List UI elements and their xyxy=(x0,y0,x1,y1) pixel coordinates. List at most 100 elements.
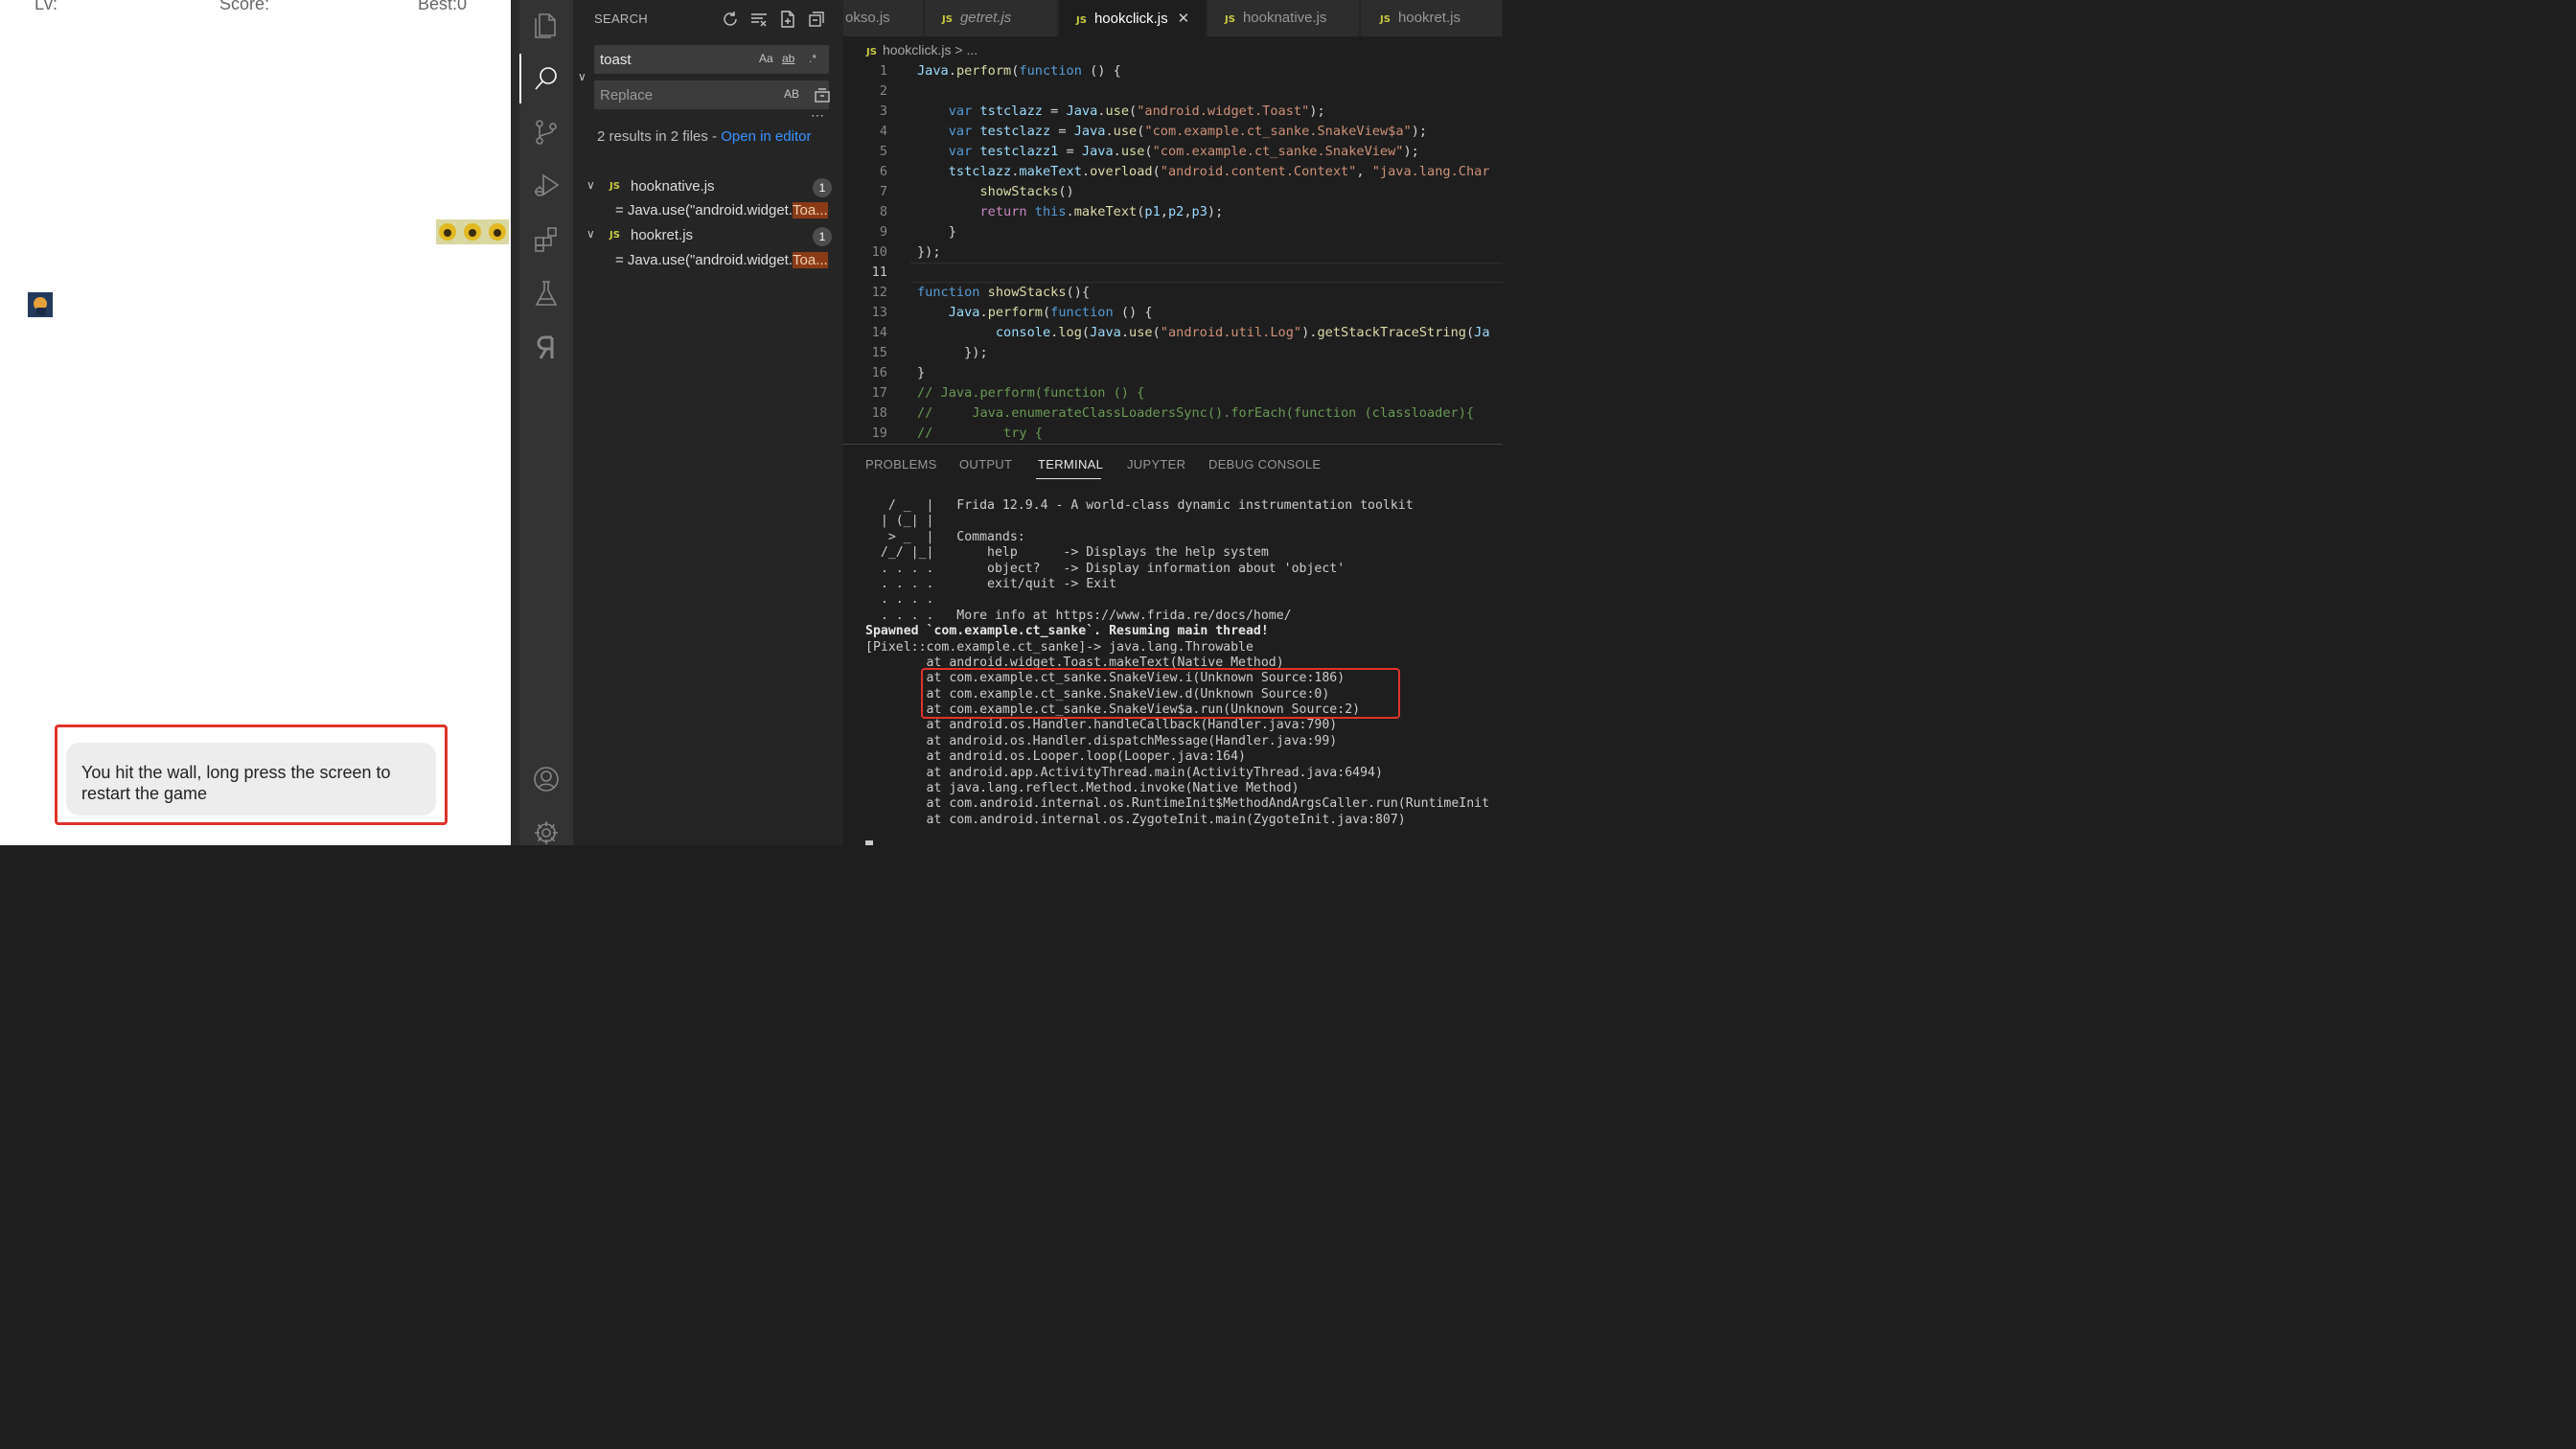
run-debug-icon[interactable] xyxy=(531,171,562,201)
terminal-output[interactable]: / _ | Frida 12.9.4 - A world-class dynam… xyxy=(865,498,1503,828)
terminal-line: . . . . exit/quit -> Exit xyxy=(865,576,1117,591)
bottom-panel: PROBLEMS OUTPUT TERMINAL JUPYTER DEBUG C… xyxy=(843,444,1503,845)
tab-jupyter[interactable]: JUPYTER xyxy=(1127,457,1185,472)
tab-hookret[interactable]: JS hookret.js xyxy=(1361,0,1503,36)
preserve-case-toggle[interactable]: AB xyxy=(784,87,799,101)
refresh-icon[interactable] xyxy=(721,10,740,29)
terminal-line: . . . . More info at https://www.frida.r… xyxy=(865,608,1292,623)
match-whole-word-toggle[interactable]: ab xyxy=(782,52,794,65)
code-line: 13 Java.perform(function () { xyxy=(871,305,1153,320)
match-count-badge: 1 xyxy=(813,227,832,246)
result-file-hooknative[interactable]: ∨ JS hooknative.js 1 xyxy=(586,178,836,199)
search-sidebar: SEARCH ∨ toast Aa ab .* Replace AB ⋯ 2 r… xyxy=(573,0,843,845)
phone-screen[interactable]: Lv: Score: Best:0 You hit the wall, long… xyxy=(0,0,511,845)
active-tab-underline xyxy=(1036,478,1101,479)
code-editor[interactable]: okso.js JS getret.js JS hookclick.js ✕ JS ho… xyxy=(843,0,1503,444)
code-line: 16} xyxy=(871,365,926,380)
terminal-line: at com.android.internal.os.ZygoteInit.ma… xyxy=(865,812,1406,827)
close-tab-icon[interactable]: ✕ xyxy=(1178,11,1190,27)
code-line: 19// try { xyxy=(871,426,1043,441)
code-line-current: 11 xyxy=(843,263,1503,283)
results-summary: 2 results in 2 files - Open in editor xyxy=(597,128,812,145)
code-line: 4 var testclazz = Java.use("com.example.… xyxy=(879,124,1428,139)
code-line: 7 showStacks() xyxy=(879,184,1074,199)
testing-icon[interactable] xyxy=(531,278,562,309)
terminal-line: at java.lang.reflect.Method.invoke(Nativ… xyxy=(865,781,1300,796)
toast-highlight-frame: You hit the wall, long press the screen … xyxy=(55,724,448,825)
new-search-editor-icon[interactable] xyxy=(778,10,797,29)
chevron-down-icon: ∨ xyxy=(586,227,595,241)
regex-toggle[interactable]: .* xyxy=(809,52,816,65)
code-line: 1 Java.perform(function () { xyxy=(879,63,1121,79)
terminal-line: at android.os.Handler.dispatchMessage(Ha… xyxy=(865,733,1338,748)
tab-hookclick[interactable]: JS hookclick.js ✕ xyxy=(1059,0,1207,36)
window-divider xyxy=(511,0,519,845)
score-label: Score: xyxy=(219,0,270,13)
terminal-line: at com.android.internal.os.RuntimeInit$M… xyxy=(865,796,1490,812)
replace-input[interactable]: Replace AB xyxy=(594,80,829,109)
code-line: 3 var tstclazz = Java.use("android.widge… xyxy=(879,104,1325,119)
food-sprite xyxy=(28,292,53,317)
code-line: 14 console.log(Java.use("android.util.Lo… xyxy=(871,325,1490,340)
more-options-icon[interactable]: ⋯ xyxy=(811,107,824,124)
replace-all-icon[interactable] xyxy=(813,85,832,104)
terminal-line: > _ | Commands: xyxy=(865,529,1025,544)
source-control-icon[interactable] xyxy=(531,117,562,148)
level-label: Lv: xyxy=(34,0,58,13)
tab-problems[interactable]: PROBLEMS xyxy=(865,457,937,472)
search-title: SEARCH xyxy=(594,12,648,26)
code-line: 10}); xyxy=(871,244,941,260)
terminal-line: . . . . xyxy=(865,592,934,608)
settings-gear-icon[interactable] xyxy=(531,817,562,848)
js-file-icon: JS xyxy=(610,181,620,192)
search-icon[interactable] xyxy=(531,63,562,94)
code-line: 15 }); xyxy=(871,345,988,360)
js-file-icon: JS xyxy=(610,230,620,241)
code-line: 6 tstclazz.makeText.overload("android.co… xyxy=(879,164,1490,179)
terminal-line: /_/ |_| help -> Displays the help system xyxy=(865,545,1269,561)
js-file-icon: JS xyxy=(1225,14,1235,25)
js-file-icon: JS xyxy=(942,14,953,25)
match-case-toggle[interactable]: Aa xyxy=(759,52,773,65)
code-line: 9 } xyxy=(879,224,956,240)
search-input[interactable]: toast Aa ab .* xyxy=(594,45,829,74)
terminal-line: Spawned `com.example.ct_sanke`. Resuming… xyxy=(865,624,1269,639)
code-line: 17// Java.perform(function () { xyxy=(871,385,1145,401)
terminal-line: [Pixel::com.example.ct_sanke]-> java.lan… xyxy=(865,639,1254,655)
result-file-hookret[interactable]: ∨ JS hookret.js 1 xyxy=(586,227,836,248)
terminal-line: at android.os.Handler.handleCallback(Han… xyxy=(865,718,1338,733)
tab-debug-console[interactable]: DEBUG CONSOLE xyxy=(1208,457,1321,472)
remote-icon[interactable] xyxy=(531,332,562,362)
code-line: 8 return this.makeText(p1,p2,p3); xyxy=(879,204,1224,219)
terminal-cursor xyxy=(865,840,873,845)
tab-terminal[interactable]: TERMINAL xyxy=(1038,457,1103,472)
code-lines[interactable]: 1 Java.perform(function () { 2 3 var tstc… xyxy=(843,61,1503,444)
terminal-line: / _ | Frida 12.9.4 - A world-class dynam… xyxy=(865,498,1414,513)
account-icon[interactable] xyxy=(531,764,562,794)
terminal-line: . . . . object? -> Display information a… xyxy=(865,561,1346,576)
chevron-down-icon: ∨ xyxy=(586,178,595,192)
tab-okso[interactable]: okso.js xyxy=(843,0,924,36)
toggle-replace-chevron-icon[interactable]: ∨ xyxy=(578,70,586,83)
snake-body-sprite xyxy=(436,219,509,244)
code-line: 18// Java.enumerateClassLoadersSync().fo… xyxy=(871,405,1475,421)
result-match-hooknative[interactable]: = Java.use("android.widget.Toa... xyxy=(615,202,840,223)
tab-output[interactable]: OUTPUT xyxy=(959,457,1012,472)
result-match-hookret[interactable]: = Java.use("android.widget.Toa... xyxy=(615,252,840,273)
terminal-line: | (_| | xyxy=(865,514,934,529)
editor-tabs: okso.js JS getret.js JS hookclick.js ✕ JS ho… xyxy=(843,0,1503,36)
replace-placeholder: Replace xyxy=(600,87,654,104)
tab-hooknative[interactable]: JS hooknative.js xyxy=(1208,0,1360,36)
tab-getret[interactable]: JS getret.js xyxy=(925,0,1058,36)
files-icon[interactable] xyxy=(531,10,562,40)
collapse-all-icon[interactable] xyxy=(807,10,826,29)
extensions-icon[interactable] xyxy=(531,224,562,255)
clear-results-icon[interactable] xyxy=(749,10,769,29)
breadcrumb[interactable]: JS hookclick.js > ... xyxy=(866,42,978,58)
terminal-line: at android.app.ActivityThread.main(Activ… xyxy=(865,765,1383,780)
active-indicator xyxy=(519,54,521,104)
js-file-icon: JS xyxy=(1380,14,1391,25)
open-in-editor-link[interactable]: Open in editor xyxy=(721,128,811,145)
stack-trace-highlight-frame xyxy=(921,668,1400,719)
match-count-badge: 1 xyxy=(813,178,832,197)
